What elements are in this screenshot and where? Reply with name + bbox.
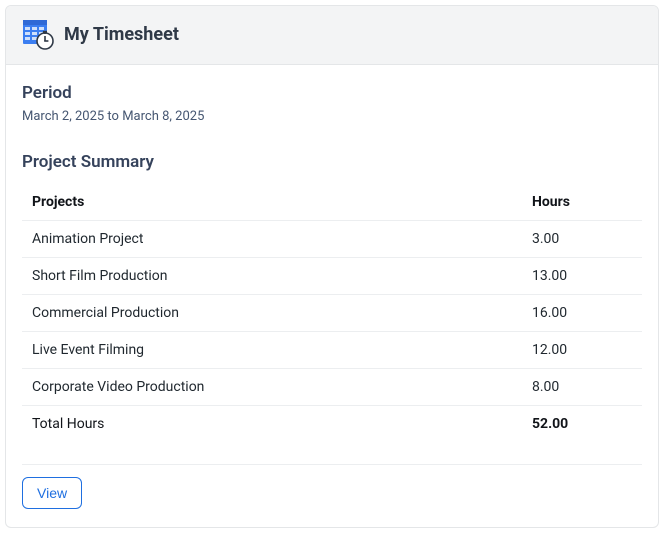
project-name: Animation Project — [22, 221, 522, 258]
total-row: Total Hours 52.00 — [22, 406, 642, 443]
card-footer: View — [22, 464, 642, 509]
table-row: Short Film Production 13.00 — [22, 258, 642, 295]
timesheet-card: My Timesheet Period March 2, 2025 to Mar… — [5, 5, 659, 528]
project-name: Corporate Video Production — [22, 369, 522, 406]
card-header: My Timesheet — [6, 6, 658, 65]
project-hours: 16.00 — [522, 295, 642, 332]
table-header-row: Projects Hours — [22, 184, 642, 221]
view-button[interactable]: View — [22, 477, 82, 509]
project-hours: 12.00 — [522, 332, 642, 369]
table-row: Corporate Video Production 8.00 — [22, 369, 642, 406]
period-label: Period — [22, 83, 642, 103]
project-hours: 8.00 — [522, 369, 642, 406]
col-projects: Projects — [22, 184, 522, 221]
project-summary-table: Projects Hours Animation Project 3.00 Sh… — [22, 184, 642, 442]
project-hours: 3.00 — [522, 221, 642, 258]
table-row: Live Event Filming 12.00 — [22, 332, 642, 369]
total-hours: 52.00 — [522, 406, 642, 443]
project-summary-label: Project Summary — [22, 152, 642, 172]
table-row: Commercial Production 16.00 — [22, 295, 642, 332]
total-label: Total Hours — [22, 406, 522, 443]
timesheet-icon — [22, 18, 54, 50]
table-row: Animation Project 3.00 — [22, 221, 642, 258]
card-title: My Timesheet — [64, 24, 179, 45]
card-body: Period March 2, 2025 to March 8, 2025 Pr… — [6, 65, 658, 527]
period-text: March 2, 2025 to March 8, 2025 — [22, 109, 642, 124]
col-hours: Hours — [522, 184, 642, 221]
project-name: Live Event Filming — [22, 332, 522, 369]
project-hours: 13.00 — [522, 258, 642, 295]
project-name: Short Film Production — [22, 258, 522, 295]
project-name: Commercial Production — [22, 295, 522, 332]
